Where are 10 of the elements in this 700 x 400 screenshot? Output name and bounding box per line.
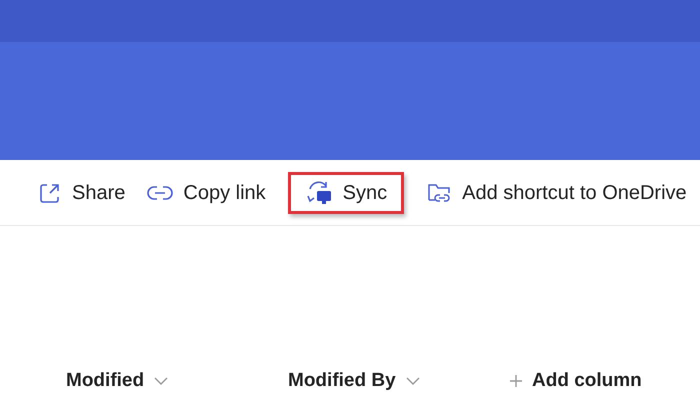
toolbar-button[interactable]: Sync [288,172,404,214]
column-header[interactable]: Modified [66,366,288,396]
add-column-button[interactable]: Add column [510,366,642,396]
chevron-down-icon [154,377,168,385]
chevron-down-icon [406,377,420,385]
plus-icon [510,375,522,387]
sync-icon [304,180,333,206]
toolbar-button[interactable]: Add shortcut to OneDrive [412,172,700,214]
link-icon [147,184,174,202]
column-header[interactable]: Modified By [288,366,510,396]
